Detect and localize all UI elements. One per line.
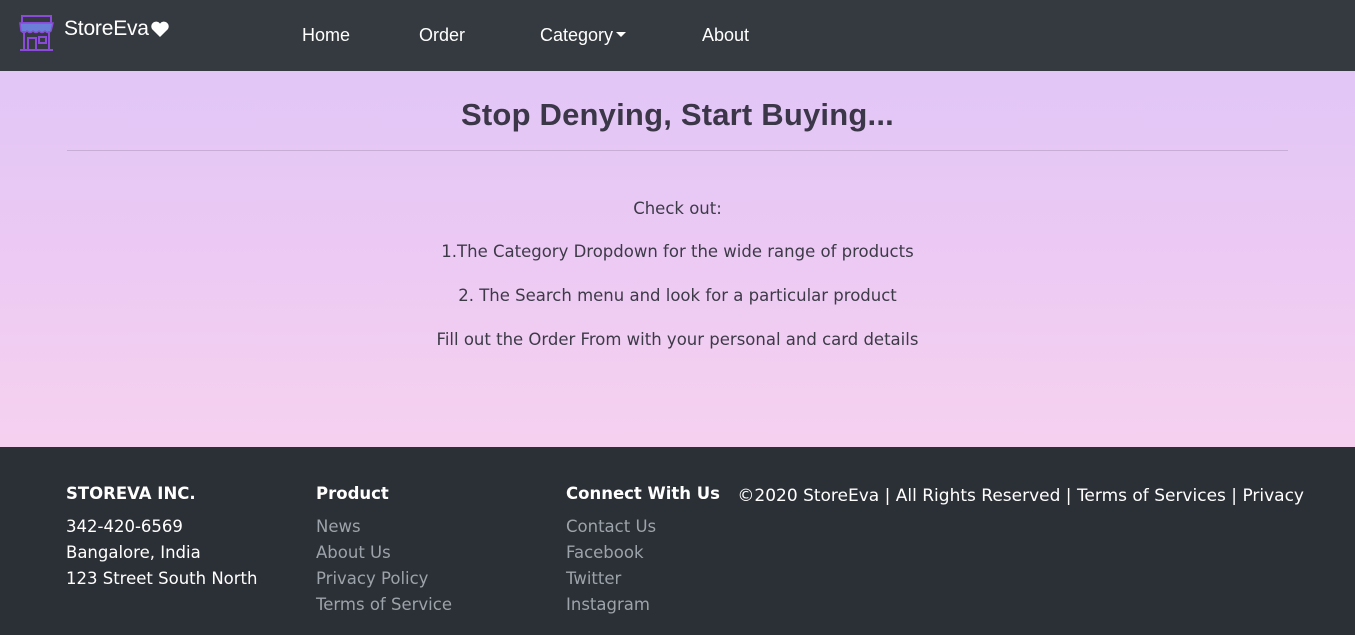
hero-text-line: Fill out the Order From with your person… (436, 330, 919, 349)
nav-order-link[interactable]: Order (419, 23, 465, 47)
caret-down-icon (616, 32, 627, 37)
footer-city: Bangalore, India (66, 543, 201, 562)
brand-name: StoreEva (64, 17, 149, 40)
nav-about-link[interactable]: About (702, 23, 749, 47)
brand-link[interactable]: StoreEva (18, 14, 170, 52)
copyright-separator: | (1231, 486, 1238, 506)
hero-text-line: Check out: (633, 199, 722, 218)
nav-home-link[interactable]: Home (302, 23, 350, 47)
footer-link-privacy-policy[interactable]: Privacy Policy (316, 566, 452, 592)
storefront-icon (19, 15, 54, 51)
footer-product-heading: Product (316, 484, 389, 503)
footer-phone: 342-420-6569 (66, 517, 183, 536)
footer-connect-heading: Connect With Us (566, 484, 720, 503)
page-footer: STOREVA INC. 342-420-6569 Bangalore, Ind… (0, 447, 1355, 635)
footer-link-facebook[interactable]: Facebook (566, 540, 720, 566)
hero-divider (67, 150, 1288, 151)
hero-text-line: 1.The Category Dropdown for the wide ran… (441, 242, 914, 261)
footer-link-contact-us[interactable]: Contact Us (566, 514, 720, 540)
footer-link-about-us[interactable]: About Us (316, 540, 452, 566)
hero-text-line: 2. The Search menu and look for a partic… (458, 286, 897, 305)
heart-icon (151, 21, 169, 37)
top-navbar: StoreEva Home Order Category About (0, 0, 1355, 71)
nav-category-dropdown[interactable]: Category (540, 23, 627, 47)
footer-link-news[interactable]: News (316, 514, 452, 540)
footer-company-column: STOREVA INC. 342-420-6569 Bangalore, Ind… (66, 483, 257, 592)
footer-connect-column: Connect With Us Contact Us Facebook Twit… (566, 483, 720, 618)
hero-section: Stop Denying, Start Buying... Check out:… (0, 71, 1355, 447)
footer-copyright: ©2020 StoreEva | All Rights Reserved | T… (737, 485, 1304, 507)
footer-link-terms-of-service[interactable]: Terms of Service (316, 592, 452, 618)
footer-link-twitter[interactable]: Twitter (566, 566, 720, 592)
footer-company-heading: STOREVA INC. (66, 484, 196, 503)
footer-link-privacy[interactable]: Privacy (1242, 486, 1304, 506)
footer-product-column: Product News About Us Privacy Policy Ter… (316, 483, 452, 618)
copyright-text: ©2020 StoreEva | All Rights Reserved | (737, 486, 1072, 506)
footer-link-instagram[interactable]: Instagram (566, 592, 720, 618)
footer-link-terms-of-services[interactable]: Terms of Services (1077, 486, 1226, 506)
nav-category-label: Category (540, 25, 614, 45)
footer-street: 123 Street South North (66, 569, 258, 588)
hero-title: Stop Denying, Start Buying... (461, 97, 894, 132)
